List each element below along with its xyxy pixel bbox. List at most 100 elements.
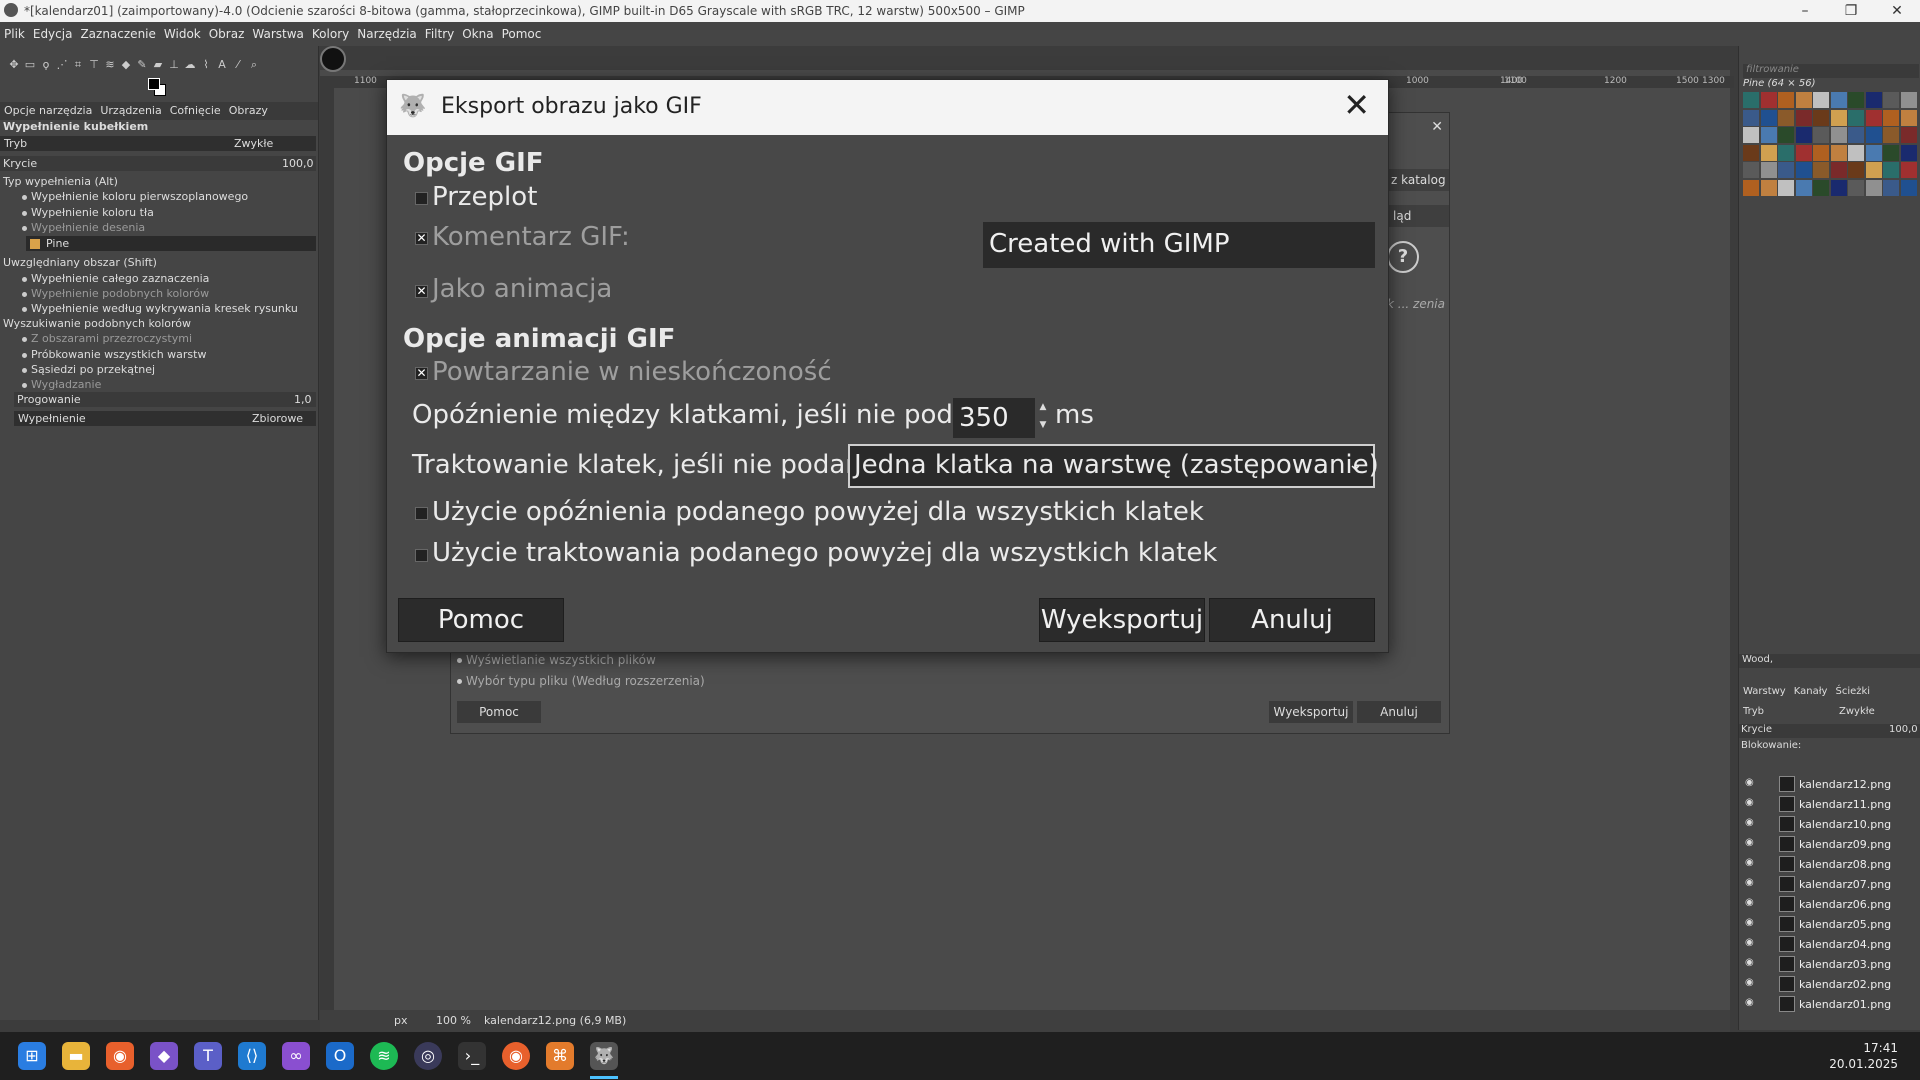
- pattern-swatch[interactable]: [1830, 144, 1847, 161]
- layer-row[interactable]: ◉ kalendarz04.png: [1739, 934, 1920, 954]
- use-disposal-checkbox[interactable]: [415, 549, 428, 562]
- teams-icon[interactable]: T: [194, 1042, 222, 1070]
- area-line-art[interactable]: Wypełnienie według wykrywania kresek rys…: [0, 302, 318, 315]
- pattern-swatch[interactable]: [1883, 92, 1899, 108]
- opacity-row[interactable]: Krycie 100,0: [0, 156, 316, 171]
- layer-opacity-row[interactable]: Krycie 100,0: [1739, 724, 1920, 738]
- bg-preview-button[interactable]: ląd: [1387, 205, 1449, 227]
- pattern-swatch[interactable]: [1900, 162, 1917, 178]
- pattern-swatch[interactable]: [1778, 179, 1794, 196]
- crop-icon[interactable]: ⌗: [71, 58, 85, 72]
- pattern-swatch[interactable]: [1813, 144, 1829, 161]
- visibility-eye-icon[interactable]: ◉: [1745, 998, 1755, 1008]
- animation-checkbox[interactable]: ✕: [415, 285, 428, 298]
- file-type-select[interactable]: Wybór typu pliku (Według rozszerzenia): [457, 674, 705, 688]
- show-all-files[interactable]: Wyświetlanie wszystkich plików: [457, 653, 656, 667]
- use-delay-checkbox[interactable]: [415, 507, 428, 520]
- tab-undo[interactable]: Cofnięcie: [166, 102, 225, 119]
- layer-row[interactable]: ◉ kalendarz05.png: [1739, 914, 1920, 934]
- zoom-select[interactable]: 100 %: [436, 1014, 471, 1027]
- eraser-icon[interactable]: ▰: [151, 58, 165, 72]
- layer-row[interactable]: ◉ kalendarz12.png: [1739, 774, 1920, 794]
- pattern-swatch[interactable]: [1848, 144, 1864, 161]
- visibility-eye-icon[interactable]: ◉: [1745, 778, 1755, 788]
- menu-edycja[interactable]: Edycja: [29, 22, 77, 46]
- visibility-eye-icon[interactable]: ◉: [1745, 818, 1755, 828]
- layers-list[interactable]: ◉ kalendarz12.png ◉ kalendarz11.png ◉ kalenda…: [1739, 774, 1920, 1024]
- export-button[interactable]: Wyeksportuj: [1039, 598, 1205, 642]
- pattern-swatch[interactable]: [1795, 127, 1812, 143]
- pattern-swatch[interactable]: [1760, 92, 1777, 108]
- tab-tool-options[interactable]: Opcje narzędzia: [0, 102, 96, 119]
- pattern-swatch[interactable]: [1743, 92, 1759, 108]
- pattern-swatch[interactable]: [1795, 162, 1812, 178]
- delay-spin-icon[interactable]: ▲ ▼: [1037, 398, 1049, 438]
- pattern-swatch[interactable]: [1848, 127, 1864, 143]
- animation-label[interactable]: Jako animacja: [432, 274, 612, 304]
- fill-by-row[interactable]: Wypełnienie Zbiorowe: [14, 411, 316, 426]
- comment-checkbox[interactable]: ✕: [415, 232, 428, 245]
- use-disposal-label[interactable]: Użycie traktowania podanego powyżej dla …: [432, 538, 1217, 568]
- pattern-swatch[interactable]: [1848, 109, 1864, 126]
- pattern-swatch[interactable]: [1813, 127, 1829, 143]
- pattern-swatch[interactable]: [1760, 127, 1777, 143]
- minimize-button[interactable]: –: [1782, 0, 1828, 22]
- pattern-swatch[interactable]: [1865, 144, 1882, 161]
- fg-color-swatch[interactable]: [148, 78, 160, 90]
- interlace-checkbox[interactable]: [415, 192, 428, 205]
- similar-sample-merged[interactable]: Próbkowanie wszystkich warstw: [0, 348, 318, 361]
- pattern-swatch[interactable]: [1778, 162, 1794, 178]
- pattern-swatch[interactable]: [1865, 92, 1882, 108]
- visibility-eye-icon[interactable]: ◉: [1745, 978, 1755, 988]
- pattern-swatch[interactable]: [1830, 127, 1847, 143]
- gimp-taskbar-icon[interactable]: 🐺: [590, 1042, 618, 1070]
- unit-select[interactable]: px: [394, 1014, 408, 1027]
- loop-label[interactable]: Powtarzanie w nieskończoność: [432, 357, 832, 387]
- bg-folder-button[interactable]: z katalog: [1387, 169, 1449, 191]
- fill-type-fg[interactable]: Wypełnienie koloru pierwszoplanowego: [0, 190, 318, 203]
- pattern-swatch[interactable]: [1900, 127, 1917, 143]
- pattern-swatch[interactable]: [1813, 109, 1829, 126]
- tab-layers[interactable]: Warstwy: [1739, 686, 1790, 697]
- bucket-fill-icon[interactable]: ◆: [119, 58, 133, 72]
- visibility-eye-icon[interactable]: ◉: [1745, 798, 1755, 808]
- firefox-icon[interactable]: ◉: [106, 1042, 134, 1070]
- similar-transparent[interactable]: Z obszarami przezroczystymi: [0, 332, 318, 345]
- close-window-button[interactable]: ✕: [1874, 0, 1920, 22]
- layer-row[interactable]: ◉ kalendarz10.png: [1739, 814, 1920, 834]
- outlook-icon[interactable]: O: [326, 1042, 354, 1070]
- pattern-swatch[interactable]: [1848, 92, 1864, 108]
- loop-checkbox[interactable]: ✕: [415, 367, 428, 380]
- pattern-swatch[interactable]: [1743, 127, 1759, 143]
- pattern-swatch[interactable]: [1795, 179, 1812, 196]
- pattern-swatch[interactable]: [1883, 144, 1899, 161]
- menu-narzedzia[interactable]: Narzędzia: [353, 22, 421, 46]
- pattern-swatch[interactable]: [1883, 127, 1899, 143]
- pattern-swatch[interactable]: [1743, 144, 1759, 161]
- pattern-swatch[interactable]: [1760, 109, 1777, 126]
- pattern-swatch[interactable]: [1883, 179, 1899, 196]
- windows-start-icon[interactable]: ⊞: [18, 1042, 46, 1070]
- layer-row[interactable]: ◉ kalendarz08.png: [1739, 854, 1920, 874]
- pattern-swatch[interactable]: [1743, 109, 1759, 126]
- tab-devices[interactable]: Urządzenia: [96, 102, 165, 119]
- pattern-swatch[interactable]: [1795, 92, 1812, 108]
- interlace-label[interactable]: Przeplot: [432, 182, 537, 212]
- pattern-swatch[interactable]: [1778, 144, 1794, 161]
- pattern-swatch[interactable]: [1813, 179, 1829, 196]
- layer-row[interactable]: ◉ kalendarz07.png: [1739, 874, 1920, 894]
- pattern-swatch[interactable]: [1743, 179, 1759, 196]
- bg-export-button[interactable]: Wyeksportuj: [1269, 701, 1353, 723]
- tab-images[interactable]: Obrazy: [225, 102, 272, 119]
- pattern-grid[interactable]: [1743, 92, 1919, 198]
- disposal-select[interactable]: Jedna klatka na warstwę (zastępowanie) ⌄: [848, 444, 1379, 488]
- color-picker-icon[interactable]: ⁄: [231, 58, 245, 72]
- pattern-swatch[interactable]: [1795, 144, 1812, 161]
- dialog-close-icon[interactable]: ✕: [1343, 86, 1370, 124]
- pattern-swatch[interactable]: [1848, 162, 1864, 178]
- area-whole-selection[interactable]: Wypełnienie całego zaznaczenia: [0, 272, 318, 285]
- visibility-eye-icon[interactable]: ◉: [1745, 938, 1755, 948]
- pattern-swatch[interactable]: [1760, 162, 1777, 178]
- pattern-swatch[interactable]: [1760, 144, 1777, 161]
- cancel-button[interactable]: Anuluj: [1209, 598, 1375, 642]
